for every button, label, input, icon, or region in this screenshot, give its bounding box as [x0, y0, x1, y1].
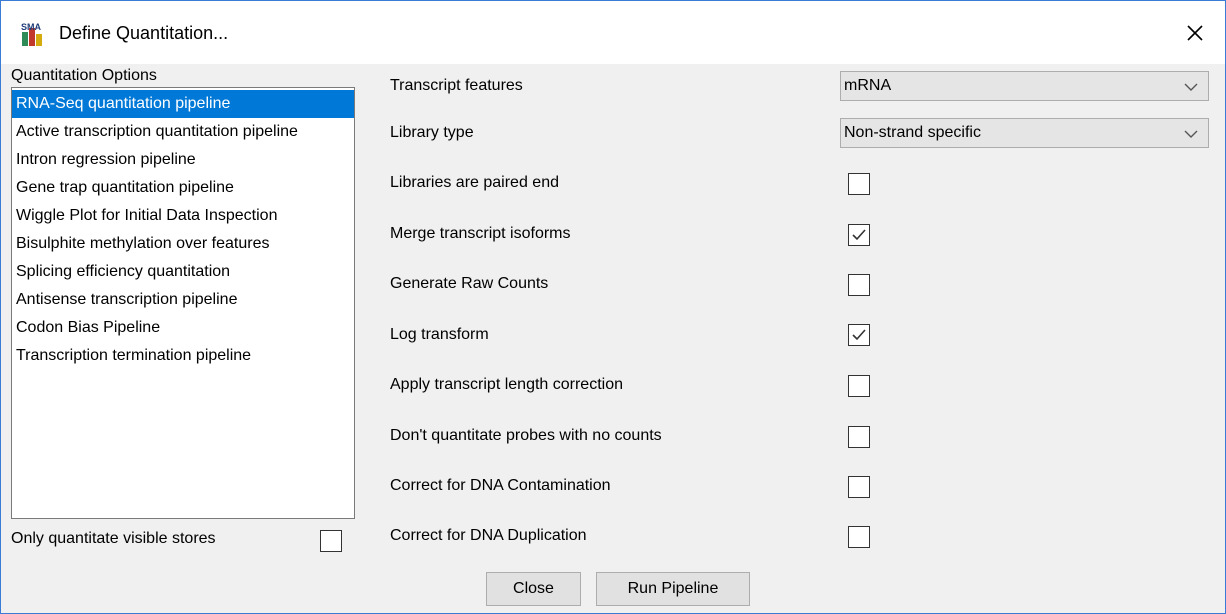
list-item-label: Codon Bias Pipeline — [16, 319, 161, 336]
list-item[interactable]: Bisulphite methylation over features — [12, 230, 354, 258]
close-button[interactable]: Close — [486, 572, 581, 606]
close-window-button[interactable] — [1177, 15, 1213, 51]
checkmark-icon — [852, 329, 866, 341]
window-title: Define Quantitation... — [59, 23, 229, 43]
quantitation-options-label: Quantitation Options — [11, 67, 157, 84]
length-correction-checkbox[interactable] — [848, 375, 870, 397]
list-item-label: Intron regression pipeline — [16, 151, 196, 168]
visible-stores-label: Only quantitate visible stores — [11, 530, 216, 547]
visible-stores-checkbox[interactable] — [320, 530, 342, 552]
raw-counts-checkbox[interactable] — [848, 274, 870, 296]
dna-duplication-label: Correct for DNA Duplication — [390, 527, 587, 544]
list-item-label: RNA-Seq quantitation pipeline — [16, 95, 231, 112]
merge-isoforms-label: Merge transcript isoforms — [390, 225, 571, 242]
close-icon — [1187, 25, 1203, 41]
merge-isoforms-checkbox[interactable] — [848, 224, 870, 246]
list-item-label: Bisulphite methylation over features — [16, 235, 270, 252]
no-counts-checkbox[interactable] — [848, 426, 870, 448]
library-type-value: Non-strand specific — [844, 124, 981, 141]
raw-counts-label: Generate Raw Counts — [390, 275, 549, 292]
list-item-label: Splicing efficiency quantitation — [16, 263, 231, 280]
list-item[interactable]: Gene trap quantitation pipeline — [12, 174, 354, 202]
seqmonk-app-icon: SMA — [21, 22, 42, 46]
title-bar[interactable]: SMA Define Quantitation... — [1, 1, 1225, 64]
dna-duplication-checkbox[interactable] — [848, 526, 870, 548]
transcript-features-value: mRNA — [844, 77, 892, 94]
list-item[interactable]: RNA-Seq quantitation pipeline — [12, 90, 354, 118]
transcript-features-label: Transcript features — [390, 77, 523, 94]
transcript-features-dropdown[interactable]: mRNA — [840, 71, 1209, 101]
paired-end-label: Libraries are paired end — [390, 174, 559, 191]
no-counts-label: Don't quantitate probes with no counts — [390, 427, 662, 444]
list-item-label: Transcription termination pipeline — [16, 347, 252, 364]
paired-end-checkbox[interactable] — [848, 173, 870, 195]
dna-contamination-label: Correct for DNA Contamination — [390, 477, 611, 494]
list-item[interactable]: Splicing efficiency quantitation — [12, 258, 354, 286]
library-type-label: Library type — [390, 124, 474, 141]
library-type-dropdown[interactable]: Non-strand specific — [840, 118, 1209, 148]
list-item-label: Antisense transcription pipeline — [16, 291, 238, 308]
chevron-down-icon — [1184, 130, 1198, 138]
list-item[interactable]: Wiggle Plot for Initial Data Inspection — [12, 202, 354, 230]
list-item[interactable]: Intron regression pipeline — [12, 146, 354, 174]
chevron-down-icon — [1184, 83, 1198, 91]
list-item-label: Gene trap quantitation pipeline — [16, 179, 234, 196]
log-transform-checkbox[interactable] — [848, 324, 870, 346]
log-transform-label: Log transform — [390, 326, 489, 343]
list-item-label: Wiggle Plot for Initial Data Inspection — [16, 207, 278, 224]
length-correction-label: Apply transcript length correction — [390, 376, 623, 393]
app-icon-letters: SMA — [21, 22, 42, 32]
list-item-label: Active transcription quantitation pipeli… — [16, 123, 298, 140]
run-pipeline-button[interactable]: Run Pipeline — [596, 572, 750, 606]
define-quantitation-dialog: SMA Define Quantitation... Quantitation … — [0, 0, 1226, 614]
list-item[interactable]: Transcription termination pipeline — [12, 342, 354, 370]
list-item[interactable]: Active transcription quantitation pipeli… — [12, 118, 354, 146]
list-item[interactable]: Antisense transcription pipeline — [12, 286, 354, 314]
quantitation-options-list[interactable]: RNA-Seq quantitation pipeline Active tra… — [11, 87, 355, 519]
checkmark-icon — [852, 229, 866, 241]
dna-contamination-checkbox[interactable] — [848, 476, 870, 498]
list-item[interactable]: Codon Bias Pipeline — [12, 314, 354, 342]
